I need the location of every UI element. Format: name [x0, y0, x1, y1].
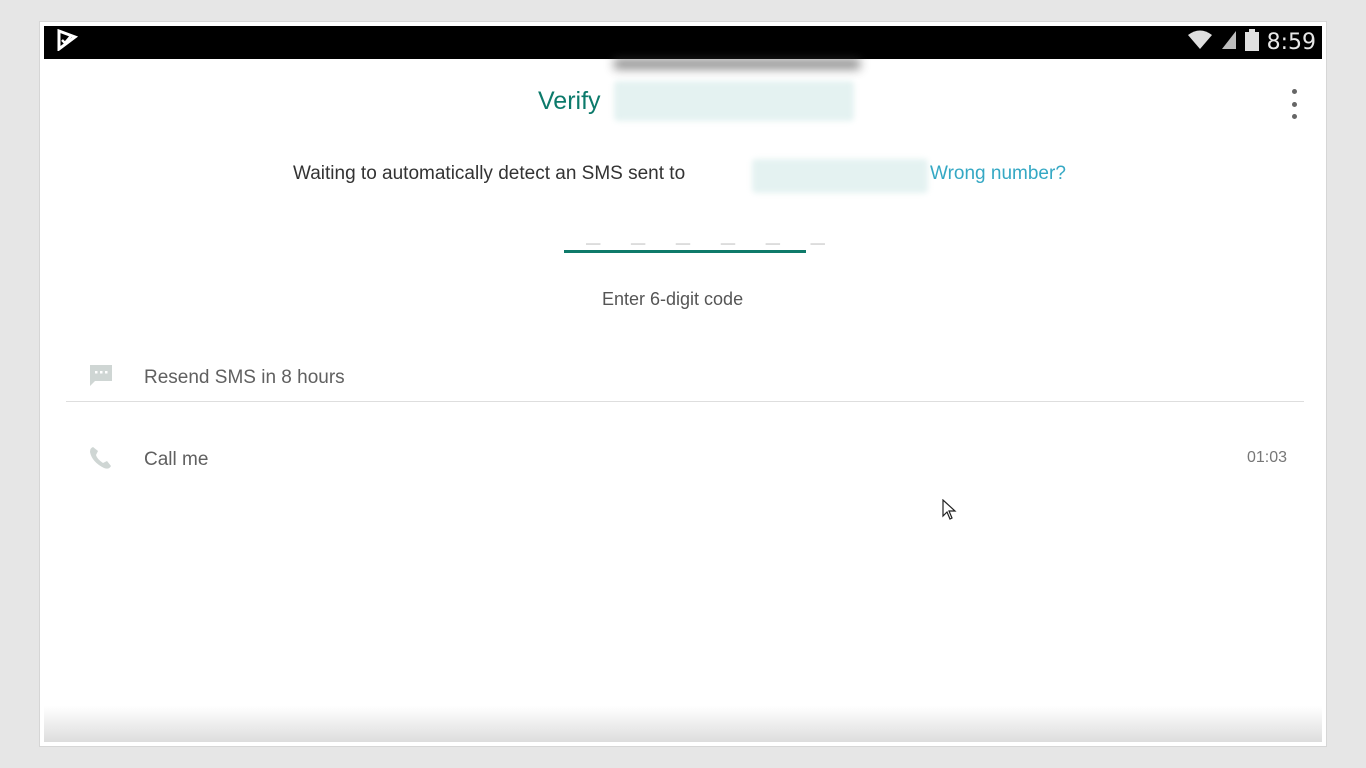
status-clock: 8:59	[1266, 30, 1316, 55]
signal-icon	[1221, 30, 1237, 55]
redacted-phone-number	[614, 81, 854, 121]
phone-icon	[88, 445, 118, 473]
device-frame: 8:59 Verify Waiting to automatically det…	[40, 22, 1326, 746]
message-icon	[88, 363, 118, 391]
call-me-label: Call me	[144, 449, 209, 470]
code-placeholder: _ _ _ _ _ _	[586, 217, 833, 245]
redacted-number	[752, 159, 928, 193]
resend-sms-label: Resend SMS in 8 hours	[144, 367, 345, 388]
page-title: Verify	[538, 87, 601, 115]
bottom-fade	[44, 706, 1322, 742]
resend-sms-row: Resend SMS in 8 hours	[44, 349, 1322, 409]
wrong-number-link[interactable]: Wrong number?	[930, 163, 1066, 185]
more-vert-icon[interactable]	[1282, 89, 1306, 119]
code-input[interactable]: _ _ _ _ _ _	[564, 207, 825, 265]
waiting-message: Waiting to automatically detect an SMS s…	[293, 163, 686, 184]
call-me-row[interactable]: Call me 01:03	[44, 431, 1322, 491]
mouse-cursor-icon	[942, 498, 958, 526]
wifi-icon	[1187, 30, 1213, 55]
status-bar: 8:59	[44, 26, 1322, 59]
redacted-overlay	[614, 59, 860, 69]
code-hint: Enter 6-digit code	[602, 289, 744, 309]
battery-icon	[1244, 29, 1259, 56]
code-input-underline	[564, 250, 806, 253]
notification-icon	[56, 28, 79, 56]
verify-screen: Verify Waiting to automatically detect a…	[44, 59, 1322, 742]
divider	[66, 401, 1304, 402]
status-indicators: 8:59	[1187, 29, 1316, 56]
call-me-timer: 01:03	[1246, 449, 1287, 466]
